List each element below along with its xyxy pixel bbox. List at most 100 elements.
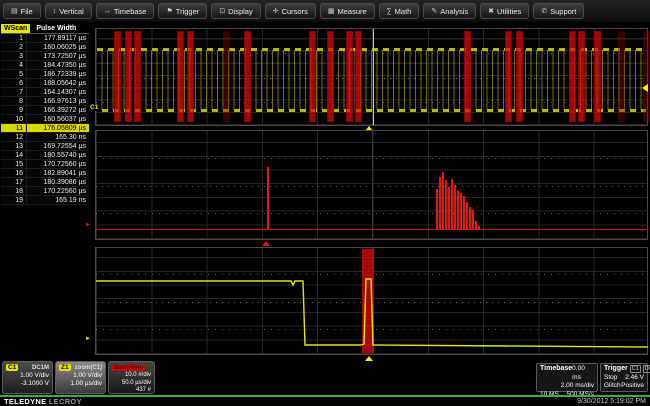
menu-item-cursors[interactable]: ✛Cursors	[265, 3, 316, 19]
table-row[interactable]: 15170.72560 µs	[1, 160, 89, 169]
table-row[interactable]: 17180.39086 µs	[1, 178, 89, 187]
trigger-position-marker-bottom[interactable]	[365, 356, 373, 361]
scanhisto-trace-marker[interactable]: ►	[85, 222, 91, 228]
row-pulse-width: 164.14307 µs	[27, 88, 89, 96]
zoom-trace-path	[96, 279, 648, 347]
table-row[interactable]: 19165.19 ns	[1, 196, 89, 205]
scan-highlight-bar	[309, 31, 316, 122]
panel-zoom-trace	[95, 247, 648, 355]
brand-teledyne: TELEDYNE	[4, 397, 46, 406]
brand-logo: TELEDYNE LECROY	[4, 397, 82, 406]
trigger-level: 2.46 V	[625, 374, 644, 383]
wscan-header-badge[interactable]: WScan	[1, 24, 30, 33]
scan-highlight-bar	[134, 31, 141, 122]
row-index: 17	[1, 178, 27, 186]
row-pulse-width: 177.89117 µs	[27, 34, 89, 42]
histogram-bar	[457, 191, 459, 229]
zoom-trace-svg	[96, 248, 649, 356]
histogram-bar	[475, 221, 477, 229]
scan-cursor-line[interactable]	[373, 29, 374, 125]
menu-item-timebase[interactable]: ↔Timebase	[96, 3, 155, 19]
scanhisto-badge: ScanHisto	[112, 365, 145, 371]
row-pulse-width: 180.39086 µs	[27, 178, 89, 186]
menu-item-display[interactable]: ⊡Display	[211, 3, 260, 19]
table-row[interactable]: 4184.47350 µs	[1, 61, 89, 70]
row-index: 14	[1, 151, 27, 159]
row-index: 3	[1, 52, 27, 60]
row-index: 8	[1, 97, 27, 105]
table-row[interactable]: 16182.89041 µs	[1, 169, 89, 178]
trigger-type: Glitch	[604, 382, 621, 391]
row-index: 4	[1, 61, 27, 69]
table-row[interactable]: 7164.14307 µs	[1, 88, 89, 97]
table-row[interactable]: 1177.89117 µs	[1, 34, 89, 43]
table-row[interactable]: 9166.39272 µs	[1, 106, 89, 115]
z1-vdiv: 1.00 V/div	[59, 372, 102, 380]
table-row[interactable]: 14180.55740 µs	[1, 151, 89, 160]
row-pulse-width: 188.05642 µs	[27, 79, 89, 87]
scan-highlight-bar	[505, 31, 512, 122]
scan-highlight-bar	[125, 31, 132, 122]
row-index: 2	[1, 43, 27, 51]
menu-item-file[interactable]: ▤File	[3, 3, 41, 19]
table-row[interactable]: 3173.72507 µs	[1, 52, 89, 61]
row-pulse-width: 176.05809 µs	[27, 124, 89, 132]
scanhisto-descriptor-box[interactable]: ScanHisto 10.0 #/div 50.0 µs/div 437 #	[108, 361, 155, 394]
row-index: 12	[1, 133, 27, 141]
scan-highlight-bar	[594, 31, 601, 122]
menu-item-utilities[interactable]: ✖Utilities	[480, 3, 529, 19]
grid-centerline	[372, 131, 373, 239]
c1-offset: -3.1000 V	[6, 380, 49, 388]
row-index: 6	[1, 79, 27, 87]
menu-item-vertical[interactable]: ↕Vertical	[45, 3, 92, 19]
scan-highlight-bar	[618, 31, 625, 122]
table-row[interactable]: 6188.05642 µs	[1, 79, 89, 88]
row-index: 11	[1, 124, 27, 132]
table-row[interactable]: 8166.97613 µs	[1, 97, 89, 106]
table-row[interactable]: 11176.05809 µs	[1, 124, 89, 133]
histogram-bar	[451, 179, 453, 229]
cursors-icon: ✛	[273, 8, 279, 15]
menu-item-analysis[interactable]: ✎Analysis	[423, 3, 476, 19]
histogram-bar	[472, 210, 474, 229]
z1-trace-marker[interactable]: ►	[85, 336, 91, 342]
table-row[interactable]: 2160.06025 µs	[1, 43, 89, 52]
menu-item-label: Support	[550, 7, 576, 16]
histogram-bar	[463, 196, 465, 229]
timebase-label: Timebase	[540, 365, 572, 382]
table-row[interactable]: 5186.72339 µs	[1, 70, 89, 79]
scanhisto-tdiv: 50.0 µs/div	[112, 380, 151, 388]
table-row[interactable]: 10160.56037 µs	[1, 115, 89, 124]
row-pulse-width: 180.55740 µs	[27, 151, 89, 159]
histogram-bar	[478, 226, 480, 229]
timebase-box[interactable]: Timebase 0.00 ms 2.00 ms/div 10 MS 500 M…	[536, 363, 598, 392]
histogram-bar	[436, 189, 438, 229]
channel-c1-label: C1	[89, 104, 99, 111]
scan-highlight-bar	[464, 31, 471, 122]
math-icon: ∑	[387, 8, 392, 15]
c1-descriptor-box[interactable]: C1 DC1M 1.00 V/div -3.1000 V	[2, 361, 53, 394]
histogram-bin-marker[interactable]	[262, 241, 270, 246]
table-row[interactable]: 18170.22560 µs	[1, 187, 89, 196]
trigger-box[interactable]: Trigger C1DC Stop 2.46 V Glitch Positive	[600, 363, 648, 392]
menu-item-measure[interactable]: ▦Measure	[320, 3, 375, 19]
row-pulse-width: 166.39272 µs	[27, 106, 89, 114]
c1-badge: C1	[6, 364, 18, 371]
row-pulse-width: 165.30 ns	[27, 133, 89, 141]
table-row[interactable]: 13169.72554 µs	[1, 142, 89, 151]
c1-coupling: DC1M	[32, 365, 49, 371]
menu-item-trigger[interactable]: ⚑Trigger	[158, 3, 207, 19]
trigger-source-badge: C1	[630, 365, 641, 373]
timebase-offset: 0.00 ms	[572, 365, 594, 382]
row-pulse-width: 160.56037 µs	[27, 115, 89, 123]
trigger-level-marker[interactable]	[642, 84, 648, 92]
row-index: 5	[1, 70, 27, 78]
row-pulse-width: 186.72339 µs	[27, 70, 89, 78]
measure-icon: ▦	[328, 8, 335, 15]
menu-item-math[interactable]: ∑Math	[379, 3, 420, 19]
menu-item-support[interactable]: ✆Support	[533, 3, 584, 19]
scan-highlight-bar	[114, 31, 121, 122]
z1-descriptor-box[interactable]: Z1 zoom(C1) 1.00 V/div 1.00 µs/div	[55, 361, 106, 394]
row-index: 15	[1, 160, 27, 168]
table-row[interactable]: 12165.30 ns	[1, 133, 89, 142]
